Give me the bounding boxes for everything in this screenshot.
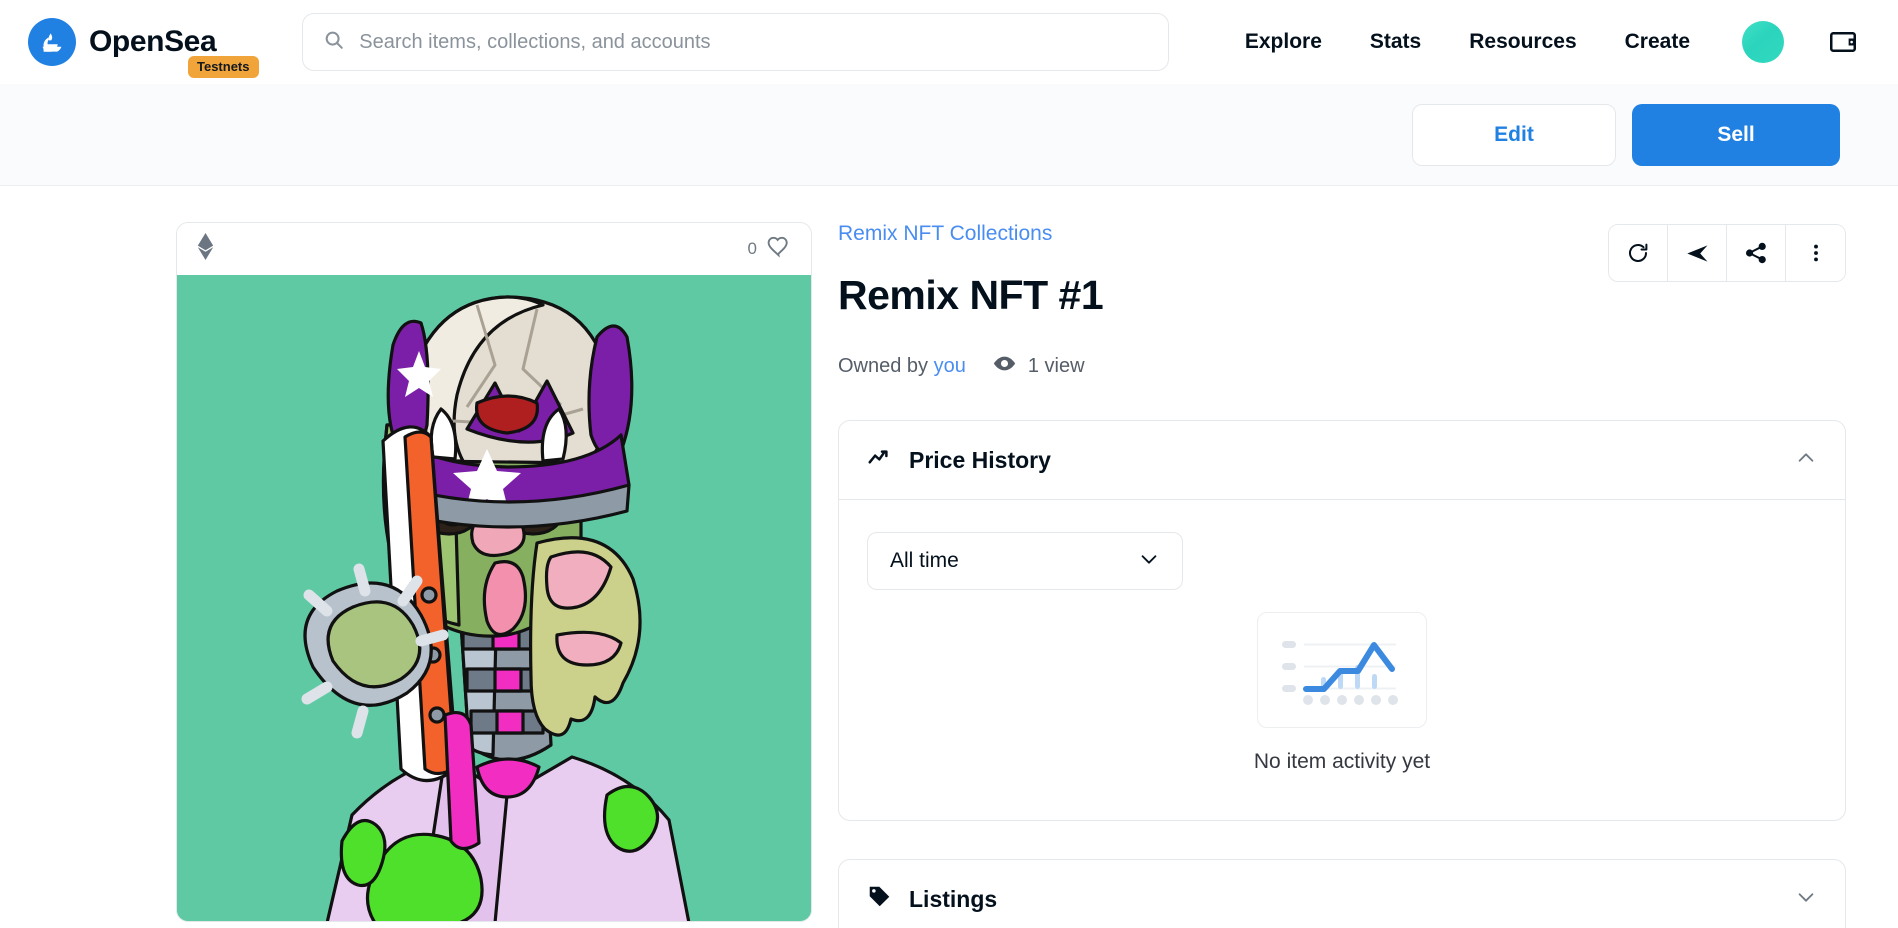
empty-chart-icon — [1257, 612, 1427, 728]
price-tag-icon — [867, 884, 892, 914]
sell-button[interactable]: Sell — [1632, 103, 1840, 166]
nav-links: Explore Stats Resources Create — [1221, 30, 1714, 54]
item-title-block: Remix NFT Collections Remix NFT #1 Owned… — [838, 222, 1846, 382]
item-action-bar: Edit Sell — [0, 84, 1898, 186]
price-history-empty-state: No item activity yet — [867, 612, 1817, 774]
listings-panel: Listings — [838, 859, 1846, 928]
item-action-icon-group — [1608, 224, 1846, 282]
nav-right-cluster — [1742, 18, 1874, 66]
view-count: 1 view — [992, 351, 1085, 382]
price-history-body: All time No item activity yet — [839, 499, 1845, 820]
nft-card-header: 0 — [177, 223, 811, 275]
search-input[interactable] — [359, 30, 1148, 54]
owner-link[interactable]: you — [934, 355, 966, 377]
chevron-up-icon[interactable] — [1795, 447, 1817, 474]
price-history-title: Price History — [909, 446, 1051, 473]
nav-link-explore[interactable]: Explore — [1221, 30, 1346, 54]
nav-link-stats[interactable]: Stats — [1346, 30, 1445, 54]
price-history-panel: Price History All time No item activity … — [838, 420, 1846, 821]
search-icon — [323, 29, 345, 56]
collection-link[interactable]: Remix NFT Collections — [838, 222, 1052, 246]
main-content: 0 Remix NFT Collections Remix NFT #1 Own… — [0, 186, 1898, 928]
favorite-count: 0 — [747, 239, 757, 258]
listings-title: Listings — [909, 885, 998, 912]
more-vertical-icon[interactable] — [1786, 225, 1845, 281]
chevron-down-icon[interactable] — [1795, 886, 1817, 913]
ethereum-icon — [197, 233, 214, 265]
avatar[interactable] — [1742, 21, 1784, 63]
trending-up-icon — [867, 445, 892, 475]
heart-icon — [766, 234, 791, 264]
edit-button[interactable]: Edit — [1412, 103, 1616, 166]
send-icon[interactable] — [1668, 225, 1727, 281]
opensea-boat-icon — [28, 18, 76, 66]
nav-link-create[interactable]: Create — [1601, 30, 1714, 54]
nav-link-resources[interactable]: Resources — [1445, 30, 1600, 54]
nft-media-card: 0 — [176, 222, 812, 922]
time-range-select[interactable]: All time — [867, 532, 1183, 590]
time-range-value: All time — [890, 549, 959, 572]
top-navigation-bar: OpenSea Testnets Explore Stats Resources… — [0, 0, 1898, 84]
item-details-column: Remix NFT Collections Remix NFT #1 Owned… — [838, 222, 1846, 928]
brand-name: OpenSea — [89, 25, 217, 58]
search-bar[interactable] — [302, 13, 1169, 71]
page-title: Remix NFT #1 — [838, 272, 1104, 318]
nft-artwork[interactable] — [177, 275, 811, 921]
wallet-icon[interactable] — [1812, 18, 1874, 66]
owner-info: Owned by you — [838, 355, 966, 378]
item-meta-row: Owned by you 1 view — [838, 351, 1596, 382]
view-count-label: 1 view — [1027, 355, 1085, 377]
testnets-badge: Testnets — [188, 56, 259, 78]
refresh-icon[interactable] — [1609, 225, 1668, 281]
share-icon[interactable] — [1727, 225, 1786, 281]
favorite-button[interactable]: 0 — [748, 234, 791, 264]
chevron-down-icon — [1138, 548, 1160, 575]
eye-icon — [992, 351, 1017, 382]
brand-logo[interactable]: OpenSea Testnets — [28, 18, 259, 78]
price-history-header[interactable]: Price History — [839, 421, 1845, 499]
owned-by-label: Owned by — [838, 355, 929, 377]
listings-header[interactable]: Listings — [839, 860, 1845, 928]
empty-state-text: No item activity yet — [1253, 750, 1431, 773]
